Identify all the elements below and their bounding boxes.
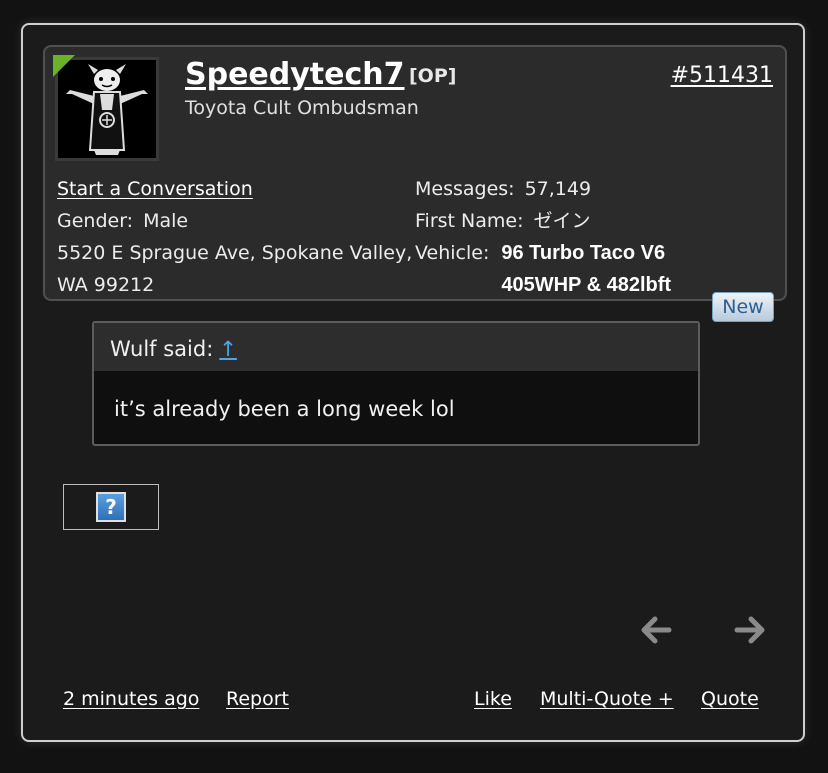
gender-label: Gender: xyxy=(57,210,134,232)
jump-to-quote-arrow-icon[interactable]: ↑ xyxy=(219,337,237,361)
forum-post: Speedytech7 [OP] Toyota Cult Ombudsman #… xyxy=(21,23,805,742)
user-title: Toyota Cult Ombudsman xyxy=(185,97,419,119)
quote-link[interactable]: Quote xyxy=(701,688,759,710)
first-name-value: ゼイン xyxy=(533,210,591,232)
quote-text: it’s already been a long week lol xyxy=(114,397,455,421)
multi-quote-link[interactable]: Multi-Quote + xyxy=(540,688,674,710)
username-link[interactable]: Speedytech7 xyxy=(185,57,405,92)
quote-header: Wulf said: ↑ xyxy=(94,323,698,371)
quote-box: Wulf said: ↑ it’s already been a long wee… xyxy=(92,321,700,446)
first-name-label: First Name: xyxy=(415,210,524,232)
user-info-right: Messages: 57,149 First Name: ゼイン Vehicle… xyxy=(415,173,735,301)
post-time-link[interactable]: 2 minutes ago xyxy=(63,688,199,710)
start-conversation-link[interactable]: Start a Conversation xyxy=(57,178,253,200)
report-link[interactable]: Report xyxy=(226,688,289,710)
vehicle-label: Vehicle: xyxy=(415,242,490,264)
user-info-left: Start a Conversation Gender: Male 5520 E… xyxy=(57,173,413,301)
messages-label: Messages: xyxy=(415,178,515,200)
post-number-link[interactable]: #511431 xyxy=(671,63,773,88)
op-tag: [OP] xyxy=(409,65,457,87)
arrow-left-icon[interactable] xyxy=(639,613,673,647)
gender-value: Male xyxy=(143,210,189,232)
new-badge: New xyxy=(712,292,774,322)
broken-image-placeholder[interactable]: ? xyxy=(63,484,159,530)
quote-author: Wulf said: xyxy=(110,337,214,361)
vehicle-value: 96 Turbo Taco V6 405WHP & 482lbft xyxy=(501,242,672,296)
address-line-2: WA 99212 xyxy=(57,274,155,296)
broken-image-icon: ? xyxy=(96,492,126,522)
post-header: Speedytech7 [OP] Toyota Cult Ombudsman #… xyxy=(43,45,787,301)
online-status-indicator xyxy=(53,55,75,77)
arrow-right-icon[interactable] xyxy=(733,613,767,647)
address-line-1: 5520 E Sprague Ave, Spokane Valley, xyxy=(57,242,413,264)
like-link[interactable]: Like xyxy=(474,688,512,710)
messages-value: 57,149 xyxy=(524,178,592,200)
